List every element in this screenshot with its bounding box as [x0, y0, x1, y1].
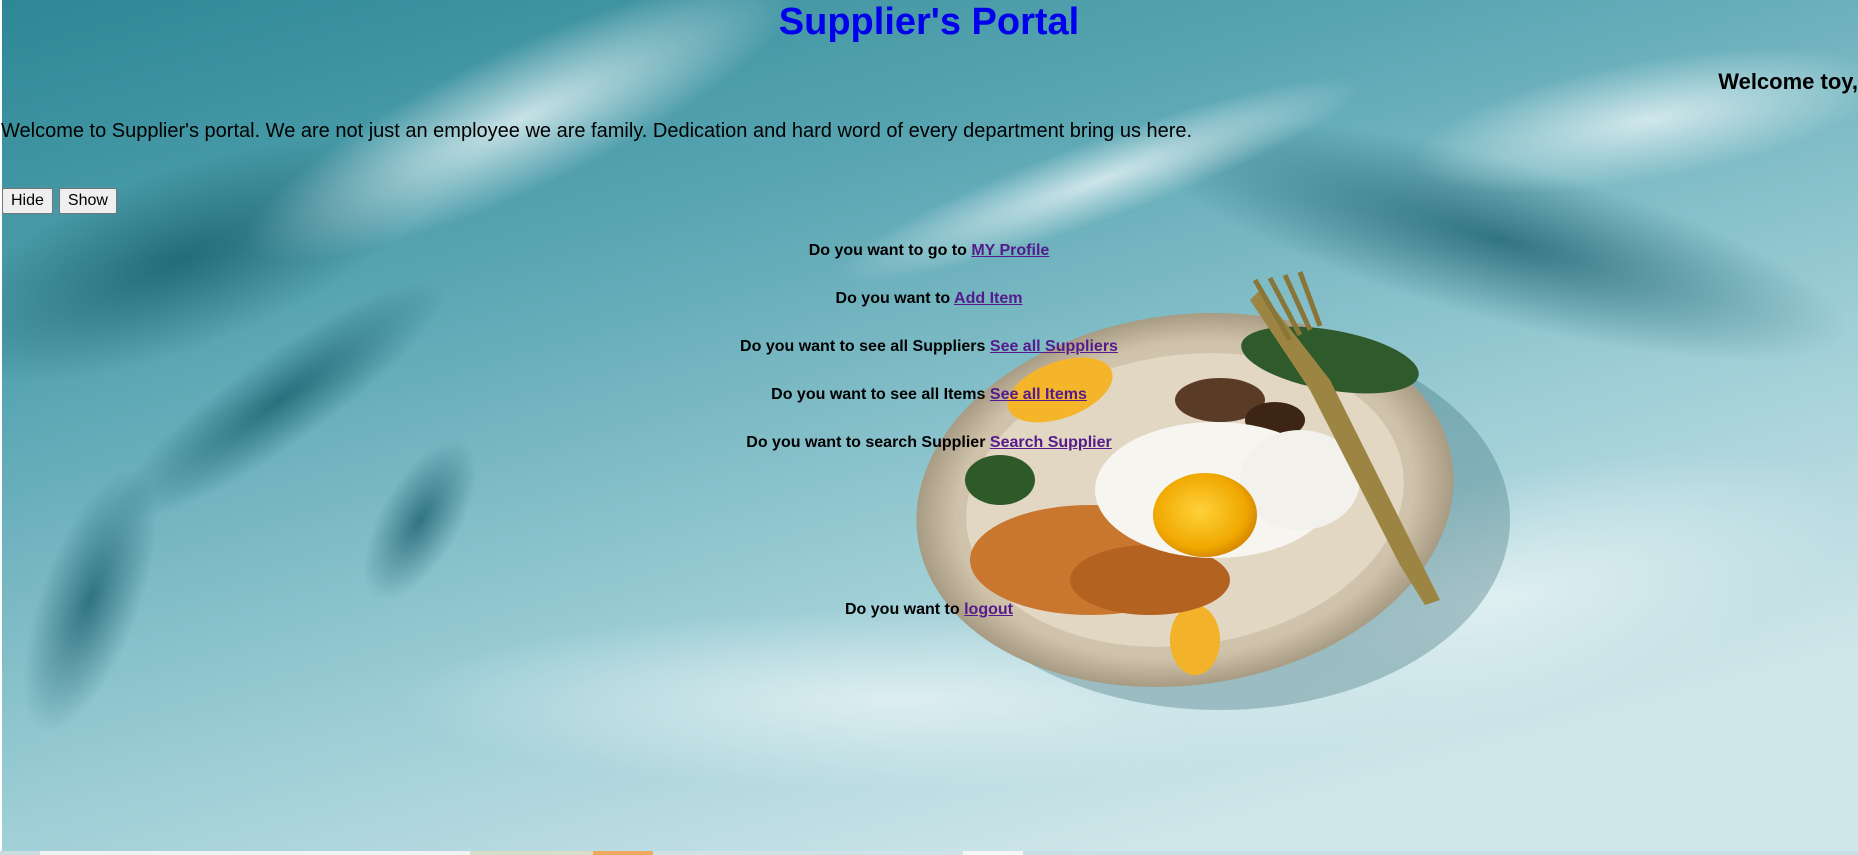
nav-prompt: Do you want to go to: [808, 242, 967, 259]
nav-prompt: Do you want to see all Suppliers: [740, 338, 986, 355]
show-button[interactable]: Show: [58, 188, 117, 214]
see-all-suppliers-link[interactable]: See all Suppliers: [990, 338, 1118, 355]
nav-row-search-supplier: Do you want to search Supplier Search Su…: [0, 434, 1858, 452]
search-supplier-link[interactable]: Search Supplier: [990, 434, 1112, 451]
intro-paragraph: Welcome to Supplier's portal. We are not…: [1, 120, 1193, 142]
add-item-link[interactable]: Add Item: [954, 290, 1022, 307]
logout-link[interactable]: logout: [964, 601, 1013, 618]
toggle-button-row: Hide Show: [2, 188, 117, 214]
nav-row-my-profile: Do you want to go to MY Profile: [0, 242, 1858, 260]
my-profile-link[interactable]: MY Profile: [971, 242, 1049, 259]
nav-prompt: Do you want to search Supplier: [746, 434, 986, 451]
hide-button[interactable]: Hide: [2, 188, 53, 214]
bottom-edge-strip: [0, 851, 1858, 855]
nav-prompt: Do you want to see all Items: [771, 386, 986, 403]
nav-prompt: Do you want to: [845, 601, 960, 618]
nav-row-add-item: Do you want to Add Item: [0, 290, 1858, 308]
page-title: Supplier's Portal: [778, 1, 1080, 43]
nav-row-see-all-items: Do you want to see all Items See all Ite…: [0, 386, 1858, 404]
nav-row-see-all-suppliers: Do you want to see all Suppliers See all…: [0, 338, 1858, 356]
see-all-items-link[interactable]: See all Items: [990, 386, 1087, 403]
welcome-user-heading: Welcome toy,: [1718, 69, 1858, 94]
nav-row-logout: Do you want to logout: [0, 601, 1858, 619]
nav-prompt: Do you want to: [835, 290, 951, 307]
